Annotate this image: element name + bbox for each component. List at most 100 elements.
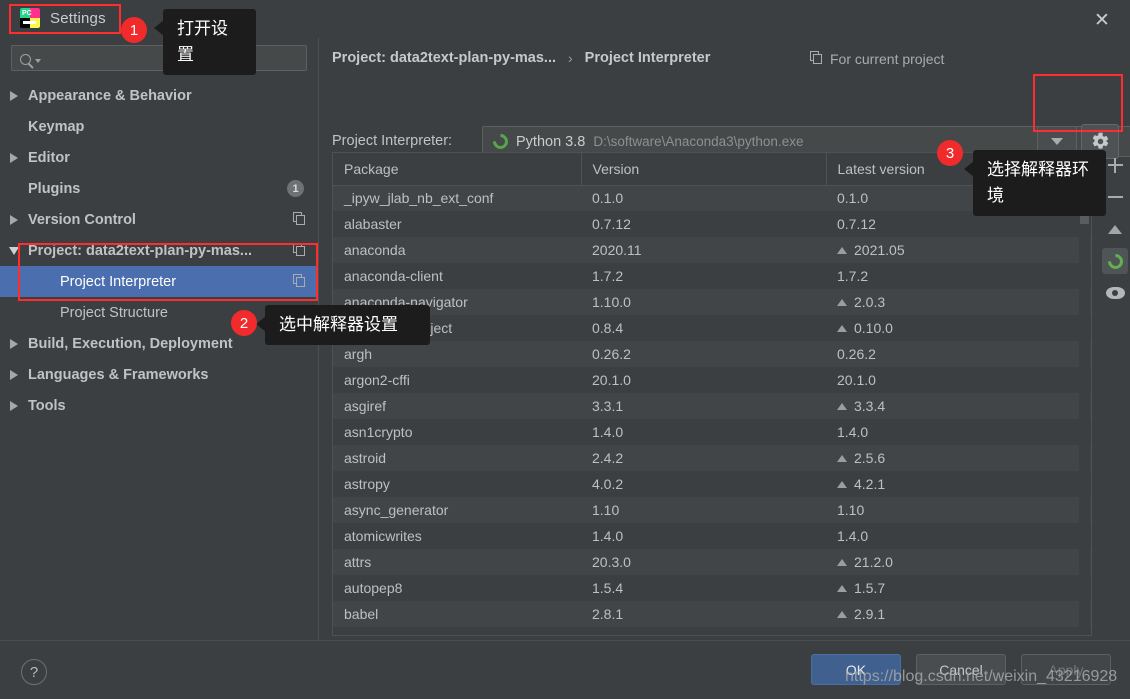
- apply-button: Apply: [1021, 654, 1111, 685]
- table-row[interactable]: asn1crypto 1.4.0 1.4.0: [333, 419, 1091, 445]
- sidebar-item-editor[interactable]: Editor: [0, 142, 318, 173]
- cell-version: 4.0.2: [581, 471, 826, 497]
- table-row[interactable]: babel 2.8.1 2.9.1: [333, 601, 1091, 627]
- cell-version: 2.8.1: [581, 601, 826, 627]
- for-current-project-text: For current project: [830, 51, 945, 67]
- packages-scrollbar[interactable]: [1079, 186, 1090, 635]
- sidebar-item-label: Tools: [28, 397, 66, 414]
- cell-latest-version: 1.4.0: [826, 523, 1091, 549]
- sidebar-item-project-interpreter[interactable]: Project Interpreter: [0, 266, 318, 297]
- table-row[interactable]: argh 0.26.2 0.26.2: [333, 341, 1091, 367]
- cell-package: anaconda: [333, 237, 581, 263]
- sidebar-item-label: Project Structure: [60, 304, 168, 321]
- cell-package: argon2-cffi: [333, 367, 581, 393]
- breadcrumb-current: Project Interpreter: [584, 50, 711, 66]
- interpreter-label: Project Interpreter:: [332, 133, 453, 149]
- cell-version: 0.8.4: [581, 315, 826, 341]
- table-row[interactable]: anaconda-client 1.7.2 1.7.2: [333, 263, 1091, 289]
- upgrade-package-button[interactable]: [1102, 216, 1128, 242]
- table-row[interactable]: anaconda-project0.8.40.10.0: [333, 315, 1091, 341]
- packages-table-body: _ipyw_jlab_nb_ext_conf 0.1.0 0.1.0 alabaste…: [333, 185, 1091, 627]
- upgrade-available-icon: [837, 480, 847, 488]
- cell-latest-version: 3.3.4: [826, 393, 1091, 419]
- chevron-right-icon[interactable]: [0, 338, 28, 349]
- chevron-right-icon[interactable]: [0, 400, 28, 411]
- sidebar-item-label: Appearance & Behavior: [28, 87, 192, 104]
- sidebar-item-label: Build, Execution, Deployment: [28, 335, 233, 352]
- sidebar-item-appearance-behavior[interactable]: Appearance & Behavior: [0, 80, 318, 111]
- chevron-right-icon[interactable]: [0, 152, 28, 163]
- table-row[interactable]: anaconda-navigator 1.10.0 2.0.3: [333, 289, 1091, 315]
- table-row[interactable]: attrs 20.3.0 21.2.0: [333, 549, 1091, 575]
- cell-version: 2.4.2: [581, 445, 826, 471]
- cell-package: autopep8: [333, 575, 581, 601]
- cell-version: 0.7.12: [581, 211, 826, 237]
- cell-version: 1.7.2: [581, 263, 826, 289]
- cell-package: babel: [333, 601, 581, 627]
- pycharm-icon: PC: [20, 8, 40, 28]
- for-current-project-label: For current project: [810, 51, 944, 67]
- annotation-callout-2: 选中解释器设置: [256, 305, 430, 345]
- table-row[interactable]: autopep8 1.5.4 1.5.7: [333, 575, 1091, 601]
- copy-settings-icon[interactable]: [293, 212, 306, 225]
- chevron-right-icon[interactable]: [0, 214, 28, 225]
- sidebar-item-project[interactable]: Project: data2text-plan-py-mas...: [0, 235, 318, 266]
- interpreter-path: D:\software\Anaconda3\python.exe: [593, 134, 804, 149]
- table-row[interactable]: atomicwrites 1.4.0 1.4.0: [333, 523, 1091, 549]
- cell-version: 20.1.0: [581, 367, 826, 393]
- cell-package: attrs: [333, 549, 581, 575]
- cell-latest-version: 21.2.0: [826, 549, 1091, 575]
- cell-version: 1.10: [581, 497, 826, 523]
- packages-table[interactable]: Package Version Latest version _ipyw_jla…: [332, 152, 1092, 636]
- search-input[interactable]: [11, 45, 307, 71]
- cell-latest-version: 20.1.0: [826, 367, 1091, 393]
- window-title-group: PC Settings: [14, 6, 112, 30]
- breadcrumb-parent[interactable]: Project: data2text-plan-py-mas...: [332, 50, 556, 66]
- copy-settings-icon[interactable]: [293, 243, 306, 256]
- copy-settings-icon[interactable]: [293, 274, 306, 287]
- chevron-down-icon: [1051, 138, 1063, 145]
- sidebar-item-label: Project Interpreter: [60, 273, 177, 290]
- show-early-releases-button[interactable]: [1102, 280, 1128, 306]
- table-row[interactable]: async_generator 1.10 1.10: [333, 497, 1091, 523]
- sidebar-item-languages-frameworks[interactable]: Languages & Frameworks: [0, 359, 318, 390]
- chevron-down-icon[interactable]: [0, 246, 28, 255]
- ok-button[interactable]: OK: [811, 654, 901, 685]
- cell-latest-version: 1.7.2: [826, 263, 1091, 289]
- refresh-packages-button[interactable]: [1102, 248, 1128, 274]
- sidebar-item-plugins[interactable]: Plugins 1: [0, 173, 318, 204]
- table-row[interactable]: argon2-cffi 20.1.0 20.1.0: [333, 367, 1091, 393]
- window-title: Settings: [50, 9, 106, 27]
- chevron-right-icon[interactable]: [0, 369, 28, 380]
- table-row[interactable]: asgiref 3.3.1 3.3.4: [333, 393, 1091, 419]
- table-row[interactable]: astroid 2.4.2 2.5.6: [333, 445, 1091, 471]
- gear-icon: [1092, 132, 1108, 149]
- sidebar-item-version-control[interactable]: Version Control: [0, 204, 318, 235]
- plus-icon: [1107, 157, 1123, 173]
- sidebar-item-tools[interactable]: Tools: [0, 390, 318, 421]
- table-row[interactable]: astropy 4.0.2 4.2.1: [333, 471, 1091, 497]
- upgrade-available-icon: [837, 246, 847, 254]
- upgrade-available-icon: [837, 454, 847, 462]
- cell-version: 1.4.0: [581, 419, 826, 445]
- chevron-right-icon[interactable]: [0, 90, 28, 101]
- refresh-icon: [1104, 250, 1126, 272]
- settings-sidebar[interactable]: Appearance & Behavior Keymap Editor Plug…: [0, 80, 318, 640]
- cell-latest-version: 4.2.1: [826, 471, 1091, 497]
- cell-latest-version: 1.5.7: [826, 575, 1091, 601]
- close-icon[interactable]: ✕: [1090, 8, 1114, 32]
- cell-latest-version: 0.26.2: [826, 341, 1091, 367]
- annotation-callout-3: 选择解释器环境: [964, 150, 1106, 216]
- help-button[interactable]: ?: [21, 659, 47, 685]
- column-header-version[interactable]: Version: [581, 153, 827, 186]
- cancel-button[interactable]: Cancel: [916, 654, 1006, 685]
- plugins-update-badge: 1: [287, 180, 304, 197]
- table-row[interactable]: anaconda 2020.11 2021.05: [333, 237, 1091, 263]
- cell-package: asgiref: [333, 393, 581, 419]
- breadcrumb: Project: data2text-plan-py-mas... › Proj…: [332, 50, 710, 66]
- column-header-package[interactable]: Package: [333, 153, 582, 186]
- breadcrumb-separator-icon: ›: [568, 50, 573, 66]
- cell-version: 1.4.0: [581, 523, 826, 549]
- settings-dialog: PC Settings ✕ Appearance & Behavior Keym…: [0, 0, 1130, 699]
- sidebar-item-keymap[interactable]: Keymap: [0, 111, 318, 142]
